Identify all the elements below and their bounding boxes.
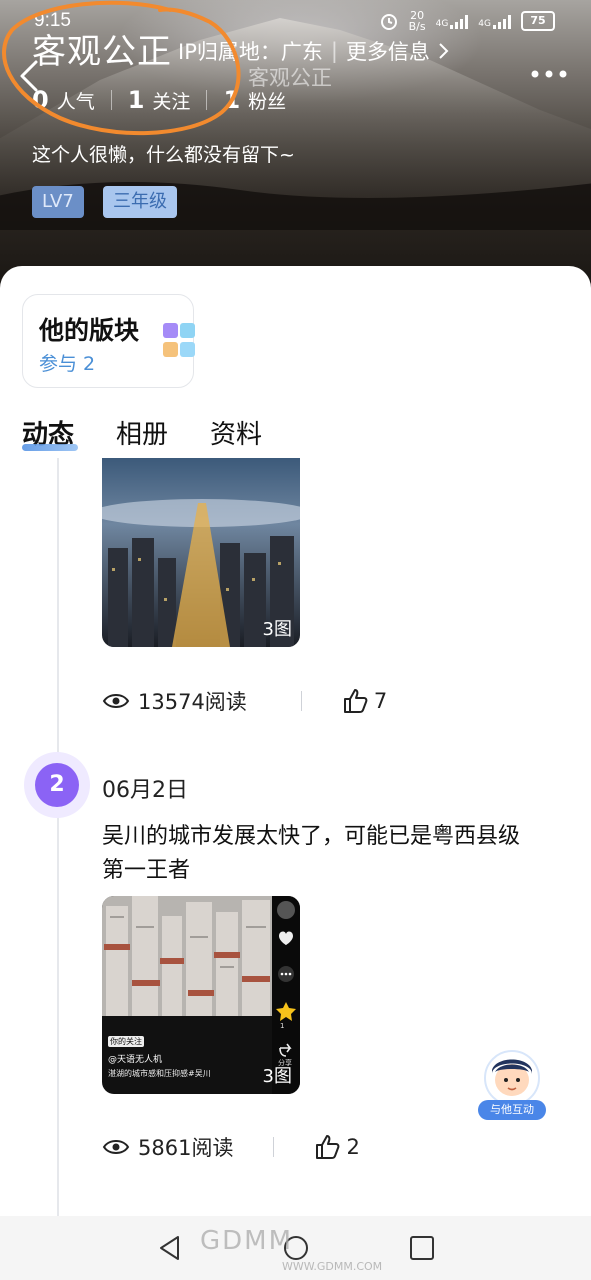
timeline-line <box>57 458 59 1218</box>
view-count: 13574阅读 <box>138 690 247 714</box>
profile-header: 9:15 20 B/s 4G 4G 75 客观公正 IP归属地：广东 | 更多信… <box>0 0 591 300</box>
overlay-star-count: 1 <box>280 1022 285 1030</box>
like-thumb-icon[interactable] <box>342 688 368 714</box>
post-meta: 5861阅读 2 <box>102 1132 360 1162</box>
signal-1-label: 4G <box>435 19 449 29</box>
like-count: 2 <box>346 1135 360 1159</box>
divider <box>300 691 302 711</box>
tab-posts[interactable]: 动态 <box>22 414 79 451</box>
post-meta: 13574阅读 7 <box>102 686 387 716</box>
post-index: 2 <box>35 763 79 807</box>
signal-2-label: 4G <box>478 19 491 29</box>
tab-profile-info[interactable]: 资料 <box>210 414 262 451</box>
tab-album[interactable]: 相册 <box>116 414 168 451</box>
interact-fab[interactable]: 与他互动 <box>478 1050 546 1120</box>
profile-tabs: 动态 相册 资料 <box>22 414 262 451</box>
image-count: 3图 <box>262 1066 292 1087</box>
post-index-badge: 2 <box>24 752 90 818</box>
post-text[interactable]: 吴川的城市发展太快了，可能已是粤西县级第一王者 <box>102 820 522 888</box>
signal-2-icon: 4G <box>478 13 511 29</box>
popularity-count: 0 <box>32 86 49 114</box>
divider <box>206 90 208 110</box>
overlay-caption: 湛湖的城市感和压抑感#吴川 <box>108 1069 211 1078</box>
system-nav-bar: GDMM WWW.GDMM.COM <box>0 1216 591 1280</box>
divider <box>110 90 112 110</box>
board-card[interactable]: 他的版块 参与 2 <box>22 294 195 388</box>
profile-bio: 这个人很懒，什么都没有留下~ <box>32 144 295 166</box>
board-subtitle: 参与 2 <box>39 353 96 375</box>
profile-stats: 0 人气 1 关注 1 粉丝 <box>32 86 286 114</box>
post-image[interactable]: 3图 <box>102 458 300 647</box>
like-count: 7 <box>373 689 388 713</box>
watermark-logo: GDMM <box>200 1226 294 1256</box>
grade-badge: 三年级 <box>103 186 177 218</box>
divider <box>273 1137 275 1157</box>
post-date: 06月2日 <box>102 778 188 803</box>
overlay-author: @天语无人机 <box>108 1055 163 1065</box>
overlay-tag: 你的关注 <box>108 1036 144 1047</box>
level-badge: LV7 <box>32 186 84 218</box>
divider: | <box>330 39 338 63</box>
chevron-right-icon <box>439 43 449 59</box>
eye-icon <box>102 694 130 708</box>
followers-label[interactable]: 粉丝 <box>248 87 286 114</box>
board-app-icon <box>163 323 195 357</box>
popularity-label: 人气 <box>56 90 95 113</box>
following-label[interactable]: 关注 <box>152 87 190 114</box>
board-title: 他的版块 <box>39 316 140 345</box>
more-info-link[interactable]: 更多信息 <box>346 36 430 66</box>
nav-recents-icon[interactable] <box>408 1234 436 1262</box>
eye-icon <box>102 1140 130 1154</box>
avatar-mascot-icon <box>484 1050 540 1106</box>
image-count: 3图 <box>262 619 292 640</box>
profile-username: 客观公正 <box>32 32 172 72</box>
alarm-icon <box>380 14 397 30</box>
like-thumb-icon[interactable] <box>314 1134 340 1160</box>
signal-1-icon: 4G <box>436 13 469 29</box>
view-count: 5861阅读 <box>138 1136 234 1160</box>
post-image[interactable]: 你的关注 @天语无人机 湛湖的城市感和压抑感#吴川 1 分享 3图 <box>102 896 300 1094</box>
watermark-url: WWW.GDMM.COM <box>282 1260 383 1273</box>
more-options-icon[interactable] <box>529 64 569 84</box>
net-speed-unit: B/s <box>408 20 426 33</box>
following-count[interactable]: 1 <box>128 86 145 114</box>
battery-icon: 75 <box>521 11 555 31</box>
followers-count[interactable]: 1 <box>223 86 240 114</box>
network-speed: 20 B/s <box>409 10 426 32</box>
nav-back-icon[interactable] <box>156 1234 184 1262</box>
interact-label: 与他互动 <box>478 1100 546 1120</box>
